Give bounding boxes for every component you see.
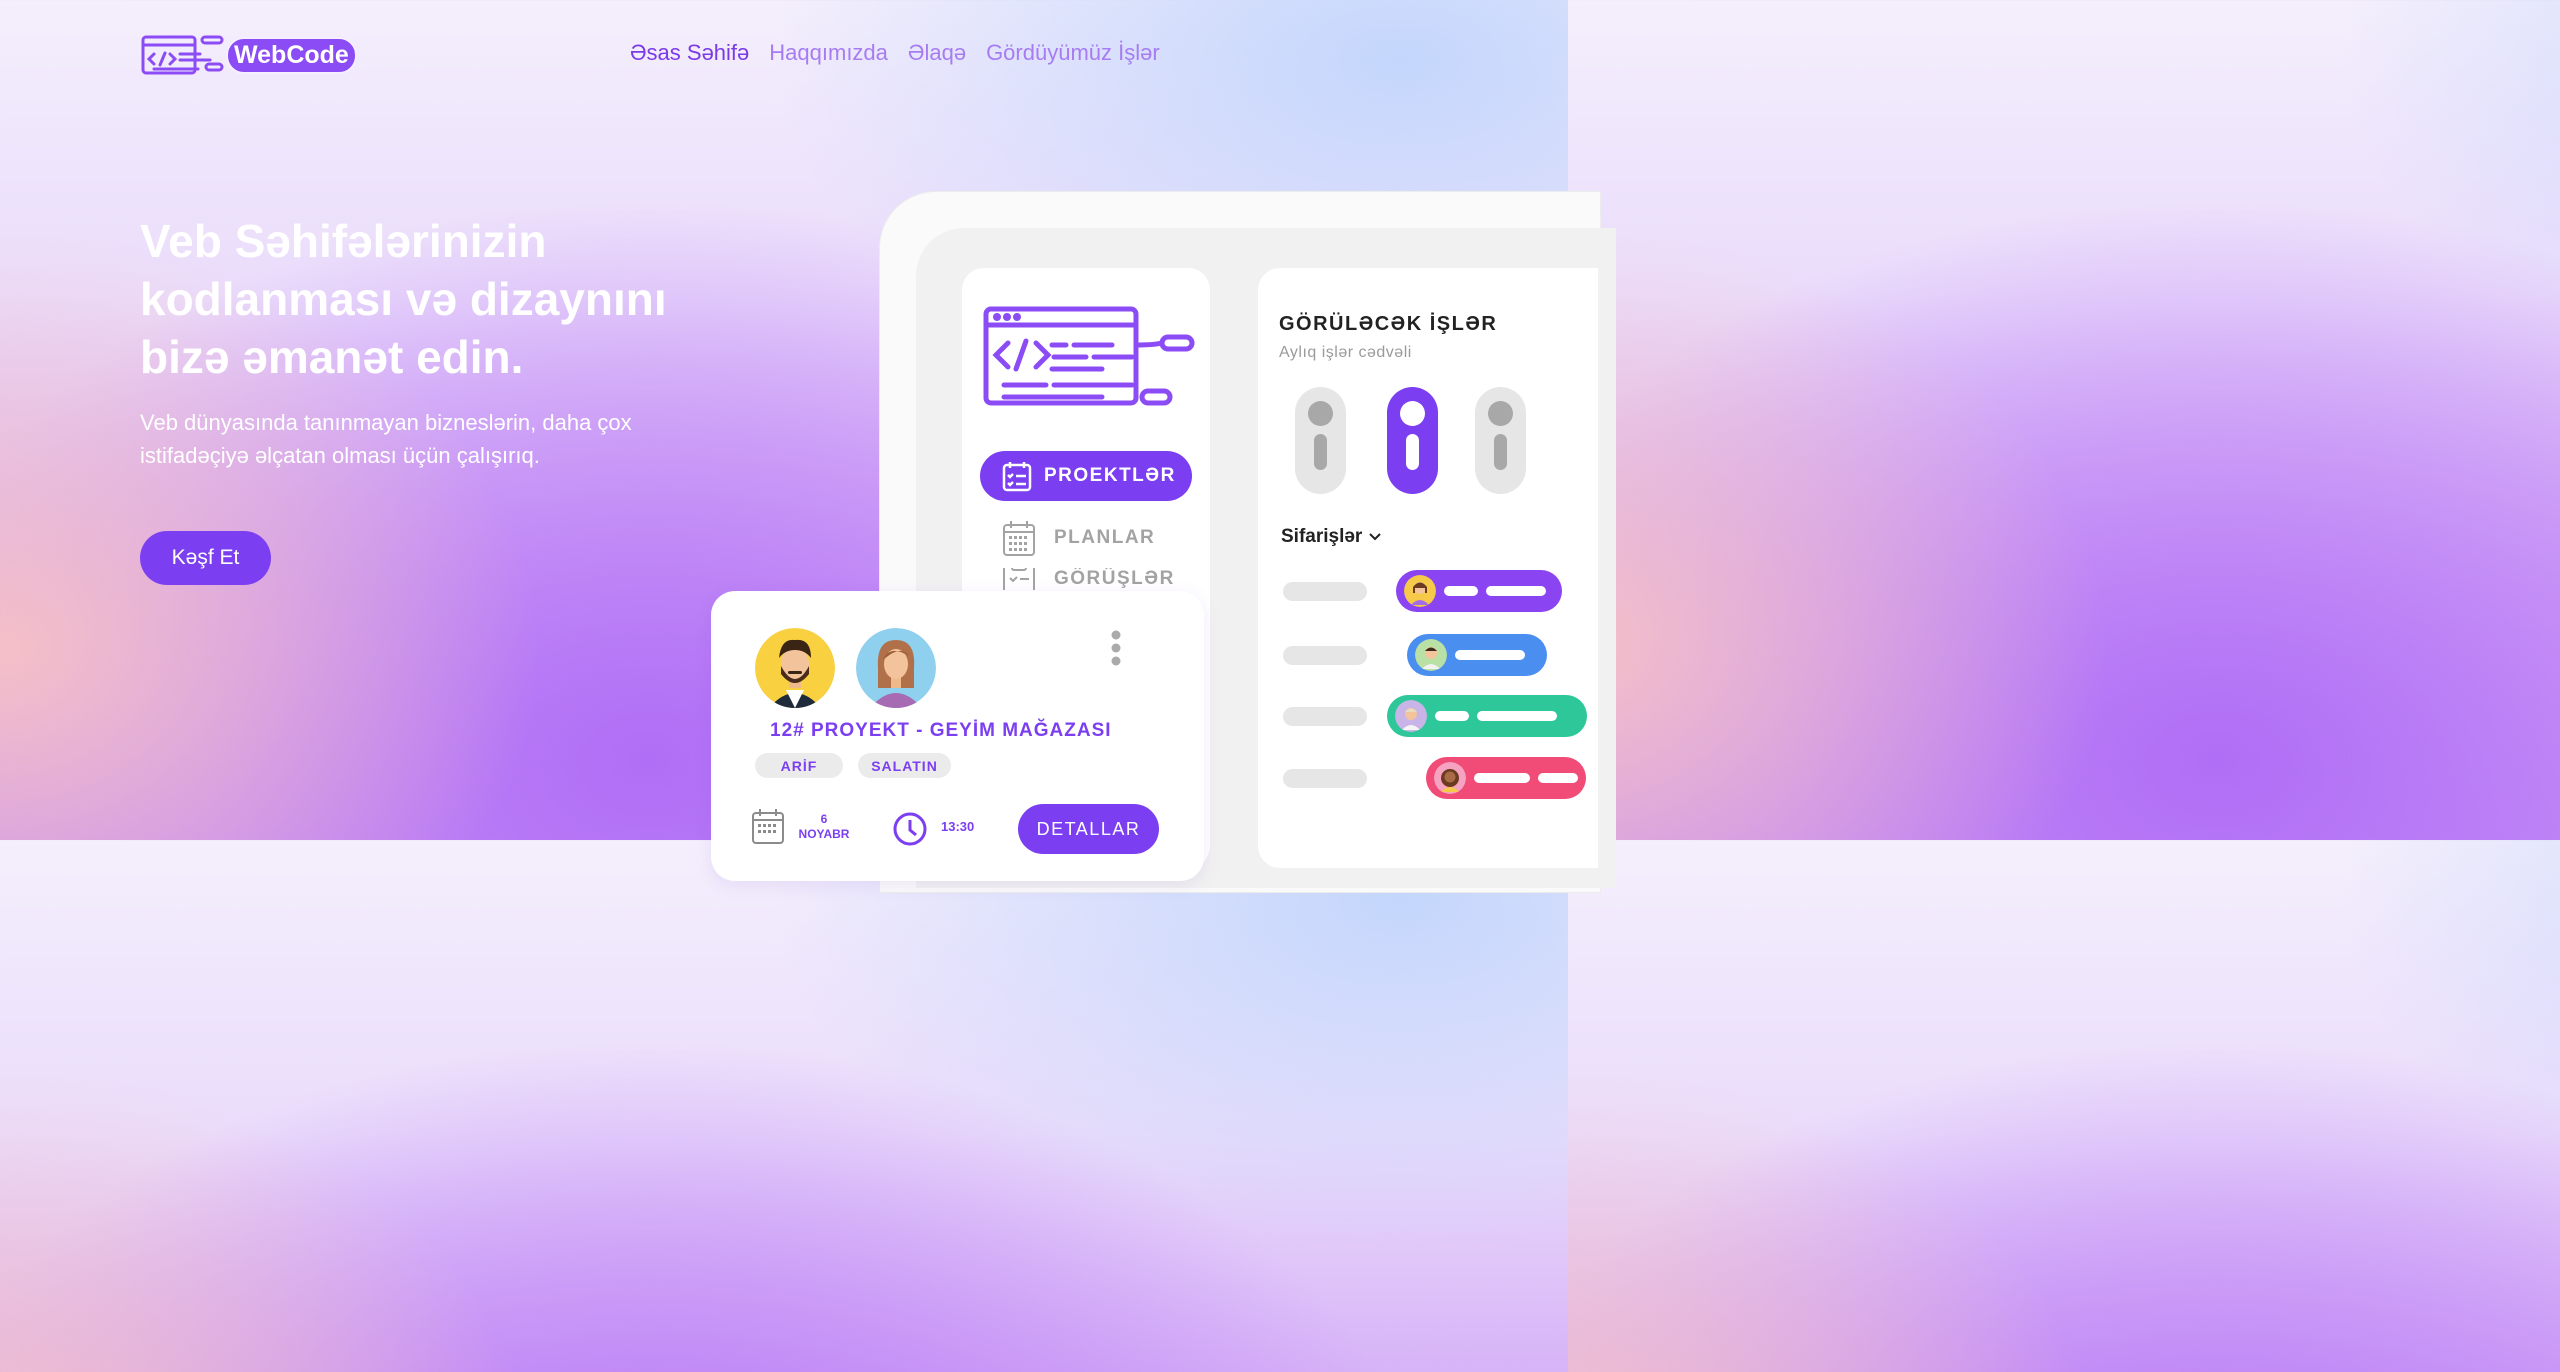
order-row[interactable]	[1283, 634, 1583, 676]
brand-logo[interactable]: WebCode	[140, 34, 357, 76]
avatar-icon	[1395, 700, 1427, 732]
code-logo-large-icon	[983, 306, 1195, 406]
order-row[interactable]	[1283, 757, 1586, 799]
project-time: 13:30	[941, 819, 975, 834]
checklist-icon	[1002, 462, 1032, 492]
hero-subtitle: Veb dünyasında tanınmayan bizneslərin, d…	[140, 410, 632, 468]
project-date: 6 NOYABR	[795, 812, 853, 842]
nav-about[interactable]: Haqqımızda	[769, 40, 888, 66]
calendar-icon	[1003, 521, 1035, 556]
toggle-2[interactable]	[1387, 387, 1438, 494]
menu-projects-label: PROEKTLƏR	[1044, 465, 1176, 486]
todo-title: GÖRÜLƏCƏK İŞLƏR	[1279, 313, 1498, 335]
avatar-icon	[1434, 762, 1466, 794]
toggle-1[interactable]	[1295, 387, 1346, 494]
nav-works[interactable]: Gördüyümüz İşlər	[986, 40, 1160, 66]
explore-button[interactable]: Kəşf Et	[140, 531, 271, 585]
project-title: 12# PROYEKT - GEYİM MAĞAZASI	[770, 720, 1112, 741]
menu-projects[interactable]: PROEKTLƏR	[980, 451, 1192, 501]
brand-name: WebCode	[226, 36, 357, 74]
toggle-3[interactable]	[1475, 387, 1526, 494]
hero-title: Veb Səhifələrinizin kodlanması və dizayn…	[140, 215, 667, 383]
more-options-icon[interactable]	[1110, 630, 1122, 670]
avatar-arif	[755, 628, 835, 708]
order-row[interactable]	[1283, 695, 1587, 737]
menu-meetings-label: GÖRÜŞLƏR	[1054, 568, 1175, 589]
avatar-icon	[1415, 639, 1447, 671]
tag-salatin[interactable]: SALATIN	[858, 753, 951, 778]
main-nav: Əsas Səhifə Haqqımızda Əlaqə Gördüyümüz …	[630, 40, 1160, 66]
calendar-icon	[752, 809, 784, 844]
nav-home[interactable]: Əsas Səhifə	[630, 40, 749, 66]
clock-icon	[893, 812, 927, 846]
menu-meetings[interactable]: GÖRÜŞLƏR	[1002, 568, 1175, 590]
clipboard-icon	[1003, 568, 1035, 590]
man-avatar-icon	[755, 628, 835, 708]
orders-label: Sifarişlər	[1281, 526, 1363, 547]
tag-arif[interactable]: ARİF	[755, 753, 843, 778]
todo-subtitle: Aylıq işlər cədvəli	[1279, 344, 1412, 361]
project-date-day: 6	[820, 812, 828, 826]
chevron-down-icon	[1369, 533, 1382, 541]
orders-dropdown[interactable]: Sifarişlər	[1281, 526, 1382, 548]
woman-avatar-icon	[856, 628, 936, 708]
code-logo-icon	[141, 35, 224, 75]
menu-plans-label: PLANLAR	[1054, 527, 1156, 548]
order-row[interactable]	[1283, 570, 1583, 612]
details-button[interactable]: DETALLAR	[1018, 804, 1159, 854]
menu-plans[interactable]: PLANLAR	[1002, 519, 1155, 557]
avatar-salatin	[856, 628, 936, 708]
project-date-month: NOYABR	[798, 827, 850, 841]
avatar-icon	[1404, 575, 1436, 607]
nav-contact[interactable]: Əlaqə	[908, 40, 966, 66]
